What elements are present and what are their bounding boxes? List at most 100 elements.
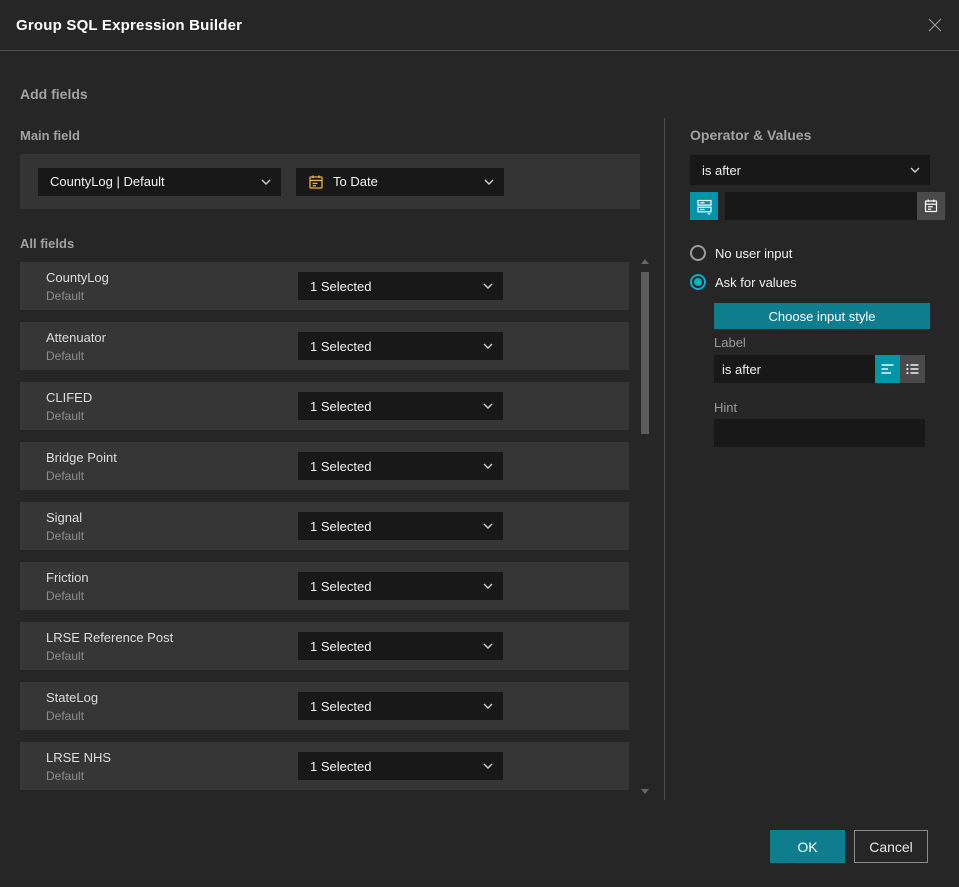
field-selection-text: 1 Selected [310, 338, 372, 354]
field-subtitle: Default [46, 709, 85, 723]
field-selection-text: 1 Selected [310, 278, 372, 294]
field-selection-text: 1 Selected [310, 578, 372, 594]
chevron-down-icon [483, 283, 493, 289]
chevron-down-icon [910, 167, 920, 173]
field-selection-dropdown[interactable]: 1 Selected [298, 632, 503, 660]
ask-for-values-label: Ask for values [715, 274, 797, 290]
stacked-values-icon [696, 199, 712, 215]
main-field-heading: Main field [20, 128, 80, 143]
field-subtitle: Default [46, 649, 85, 663]
align-left-icon [881, 364, 894, 374]
chevron-down-icon [483, 643, 493, 649]
scrollbar-thumb[interactable] [641, 272, 649, 434]
field-selection-dropdown[interactable]: 1 Selected [298, 692, 503, 720]
field-name: Attenuator [46, 330, 106, 345]
radio-checked-icon [690, 274, 706, 290]
label-input[interactable] [714, 355, 875, 383]
choose-input-style-button[interactable]: Choose input style [714, 303, 930, 329]
chevron-down-icon [483, 703, 493, 709]
operator-dropdown[interactable]: is after [690, 155, 930, 185]
radio-unchecked-icon [690, 245, 706, 261]
label-row [714, 355, 925, 383]
field-selection-text: 1 Selected [310, 698, 372, 714]
title-bar: Group SQL Expression Builder [0, 0, 959, 51]
field-subtitle: Default [46, 289, 85, 303]
hint-input[interactable] [714, 419, 925, 447]
field-name: Friction [46, 570, 89, 585]
field-row: CountyLog Default 1 Selected [20, 262, 629, 310]
all-fields-heading: All fields [20, 236, 75, 251]
add-fields-heading: Add fields [20, 86, 88, 102]
operator-dropdown-value: is after [702, 162, 742, 178]
field-name: Signal [46, 510, 83, 525]
field-name: StateLog [46, 690, 99, 705]
chevron-down-icon [483, 523, 493, 529]
values-source-button[interactable] [690, 192, 718, 220]
label-heading: Label [714, 335, 746, 350]
field-selection-dropdown[interactable]: 1 Selected [298, 332, 503, 360]
scrollbar-down-arrow[interactable] [641, 789, 649, 794]
field-row: Bridge Point Default 1 Selected [20, 442, 629, 490]
chevron-down-icon [483, 403, 493, 409]
field-row: Signal Default 1 Selected [20, 502, 629, 550]
field-selection-text: 1 Selected [310, 458, 372, 474]
field-row: StateLog Default 1 Selected [20, 682, 629, 730]
field-name: CountyLog [46, 270, 109, 285]
field-selection-dropdown[interactable]: 1 Selected [298, 452, 503, 480]
operator-values-heading: Operator & Values [690, 127, 812, 143]
single-value-style-button[interactable] [875, 355, 900, 383]
field-name: CLIFED [46, 390, 93, 405]
chevron-down-icon [483, 463, 493, 469]
field-selection-dropdown[interactable]: 1 Selected [298, 272, 503, 300]
field-selection-dropdown[interactable]: 1 Selected [298, 392, 503, 420]
close-icon [928, 18, 942, 32]
field-subtitle: Default [46, 349, 85, 363]
ok-button[interactable]: OK [770, 830, 845, 863]
chevron-down-icon [483, 343, 493, 349]
date-picker-button[interactable] [917, 192, 945, 220]
field-row: Friction Default 1 Selected [20, 562, 629, 610]
field-selection-dropdown[interactable]: 1 Selected [298, 572, 503, 600]
field-subtitle: Default [46, 589, 85, 603]
date-field-dropdown-value: To Date [333, 174, 378, 189]
field-selection-dropdown[interactable]: 1 Selected [298, 512, 503, 540]
field-row: Attenuator Default 1 Selected [20, 322, 629, 370]
main-field-dropdown[interactable]: CountyLog | Default [38, 167, 281, 196]
field-row: LRSE NHS Default 1 Selected [20, 742, 629, 790]
no-user-input-radio[interactable]: No user input [690, 245, 792, 261]
ask-for-values-radio[interactable]: Ask for values [690, 274, 797, 290]
no-user-input-label: No user input [715, 245, 793, 261]
field-name: LRSE Reference Post [46, 630, 174, 645]
list-value-style-button[interactable] [900, 355, 925, 383]
date-field-dropdown[interactable]: To Date [296, 167, 504, 196]
main-field-dropdown-value: CountyLog | Default [50, 174, 165, 189]
list-icon [906, 364, 919, 374]
cancel-button[interactable]: Cancel [854, 830, 928, 863]
value-input[interactable] [725, 192, 917, 220]
all-fields-list: CountyLog Default 1 Selected Attenuator … [20, 262, 629, 802]
field-name: LRSE NHS [46, 750, 112, 765]
dialog-title: Group SQL Expression Builder [16, 17, 243, 34]
panel-divider [664, 118, 665, 800]
field-subtitle: Default [46, 769, 85, 783]
operator-values-panel: Operator & Values is after No user input… [690, 120, 945, 830]
field-name: Bridge Point [46, 450, 117, 465]
chevron-down-icon [261, 179, 271, 185]
value-entry-row [690, 192, 945, 220]
group-sql-expression-builder-dialog: Group SQL Expression Builder Add fields … [0, 0, 959, 887]
scrollbar-up-arrow[interactable] [641, 259, 649, 264]
field-selection-text: 1 Selected [310, 638, 372, 654]
field-subtitle: Default [46, 409, 85, 423]
field-subtitle: Default [46, 529, 85, 543]
calendar-icon [308, 174, 324, 190]
calendar-icon [924, 199, 938, 213]
field-selection-text: 1 Selected [310, 518, 372, 534]
field-selection-dropdown[interactable]: 1 Selected [298, 752, 503, 780]
close-button[interactable] [925, 15, 945, 35]
field-row: CLIFED Default 1 Selected [20, 382, 629, 430]
field-row: LRSE Reference Post Default 1 Selected [20, 622, 629, 670]
main-field-box: CountyLog | Default To Date [20, 154, 640, 209]
hint-row [714, 419, 925, 447]
chevron-down-icon [484, 179, 494, 185]
chevron-down-icon [483, 763, 493, 769]
